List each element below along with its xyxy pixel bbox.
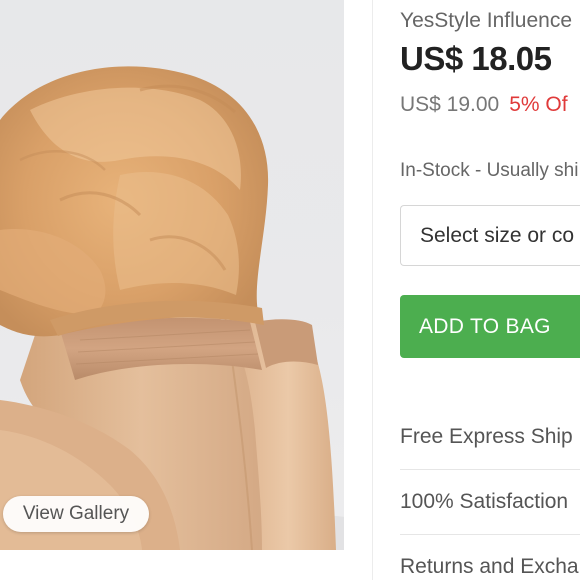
add-to-bag-label: ADD TO BAG	[419, 314, 551, 338]
feature-divider	[400, 534, 580, 535]
size-color-select[interactable]: Select size or co	[400, 205, 580, 266]
add-to-bag-button[interactable]: ADD TO BAG	[400, 295, 580, 358]
gallery-bottom-strip	[0, 550, 360, 580]
size-color-select-placeholder: Select size or co	[420, 223, 575, 247]
product-image	[0, 66, 344, 550]
feature-free-express-shipping[interactable]: Free Express Ship	[400, 425, 573, 449]
discount-badge: 5% Of	[509, 93, 568, 116]
product-image-gallery[interactable]: View Gallery	[0, 0, 344, 550]
product-info-panel: YesStyle Influence US$ 18.05 US$ 19.00 5%…	[400, 0, 580, 580]
stock-status: In-Stock - Usually shi	[400, 160, 579, 181]
sale-price: US$ 18.05	[400, 40, 552, 77]
feature-satisfaction-guarantee[interactable]: 100% Satisfaction	[400, 490, 568, 514]
column-divider	[372, 0, 373, 580]
feature-divider	[400, 469, 580, 470]
feature-returns-exchanges[interactable]: Returns and Excha	[400, 555, 579, 579]
original-price-row: US$ 19.00 5% Of	[400, 93, 568, 117]
original-price: US$ 19.00	[400, 93, 500, 116]
view-gallery-button[interactable]: View Gallery	[3, 496, 149, 532]
brand-link[interactable]: YesStyle Influence	[400, 9, 572, 33]
